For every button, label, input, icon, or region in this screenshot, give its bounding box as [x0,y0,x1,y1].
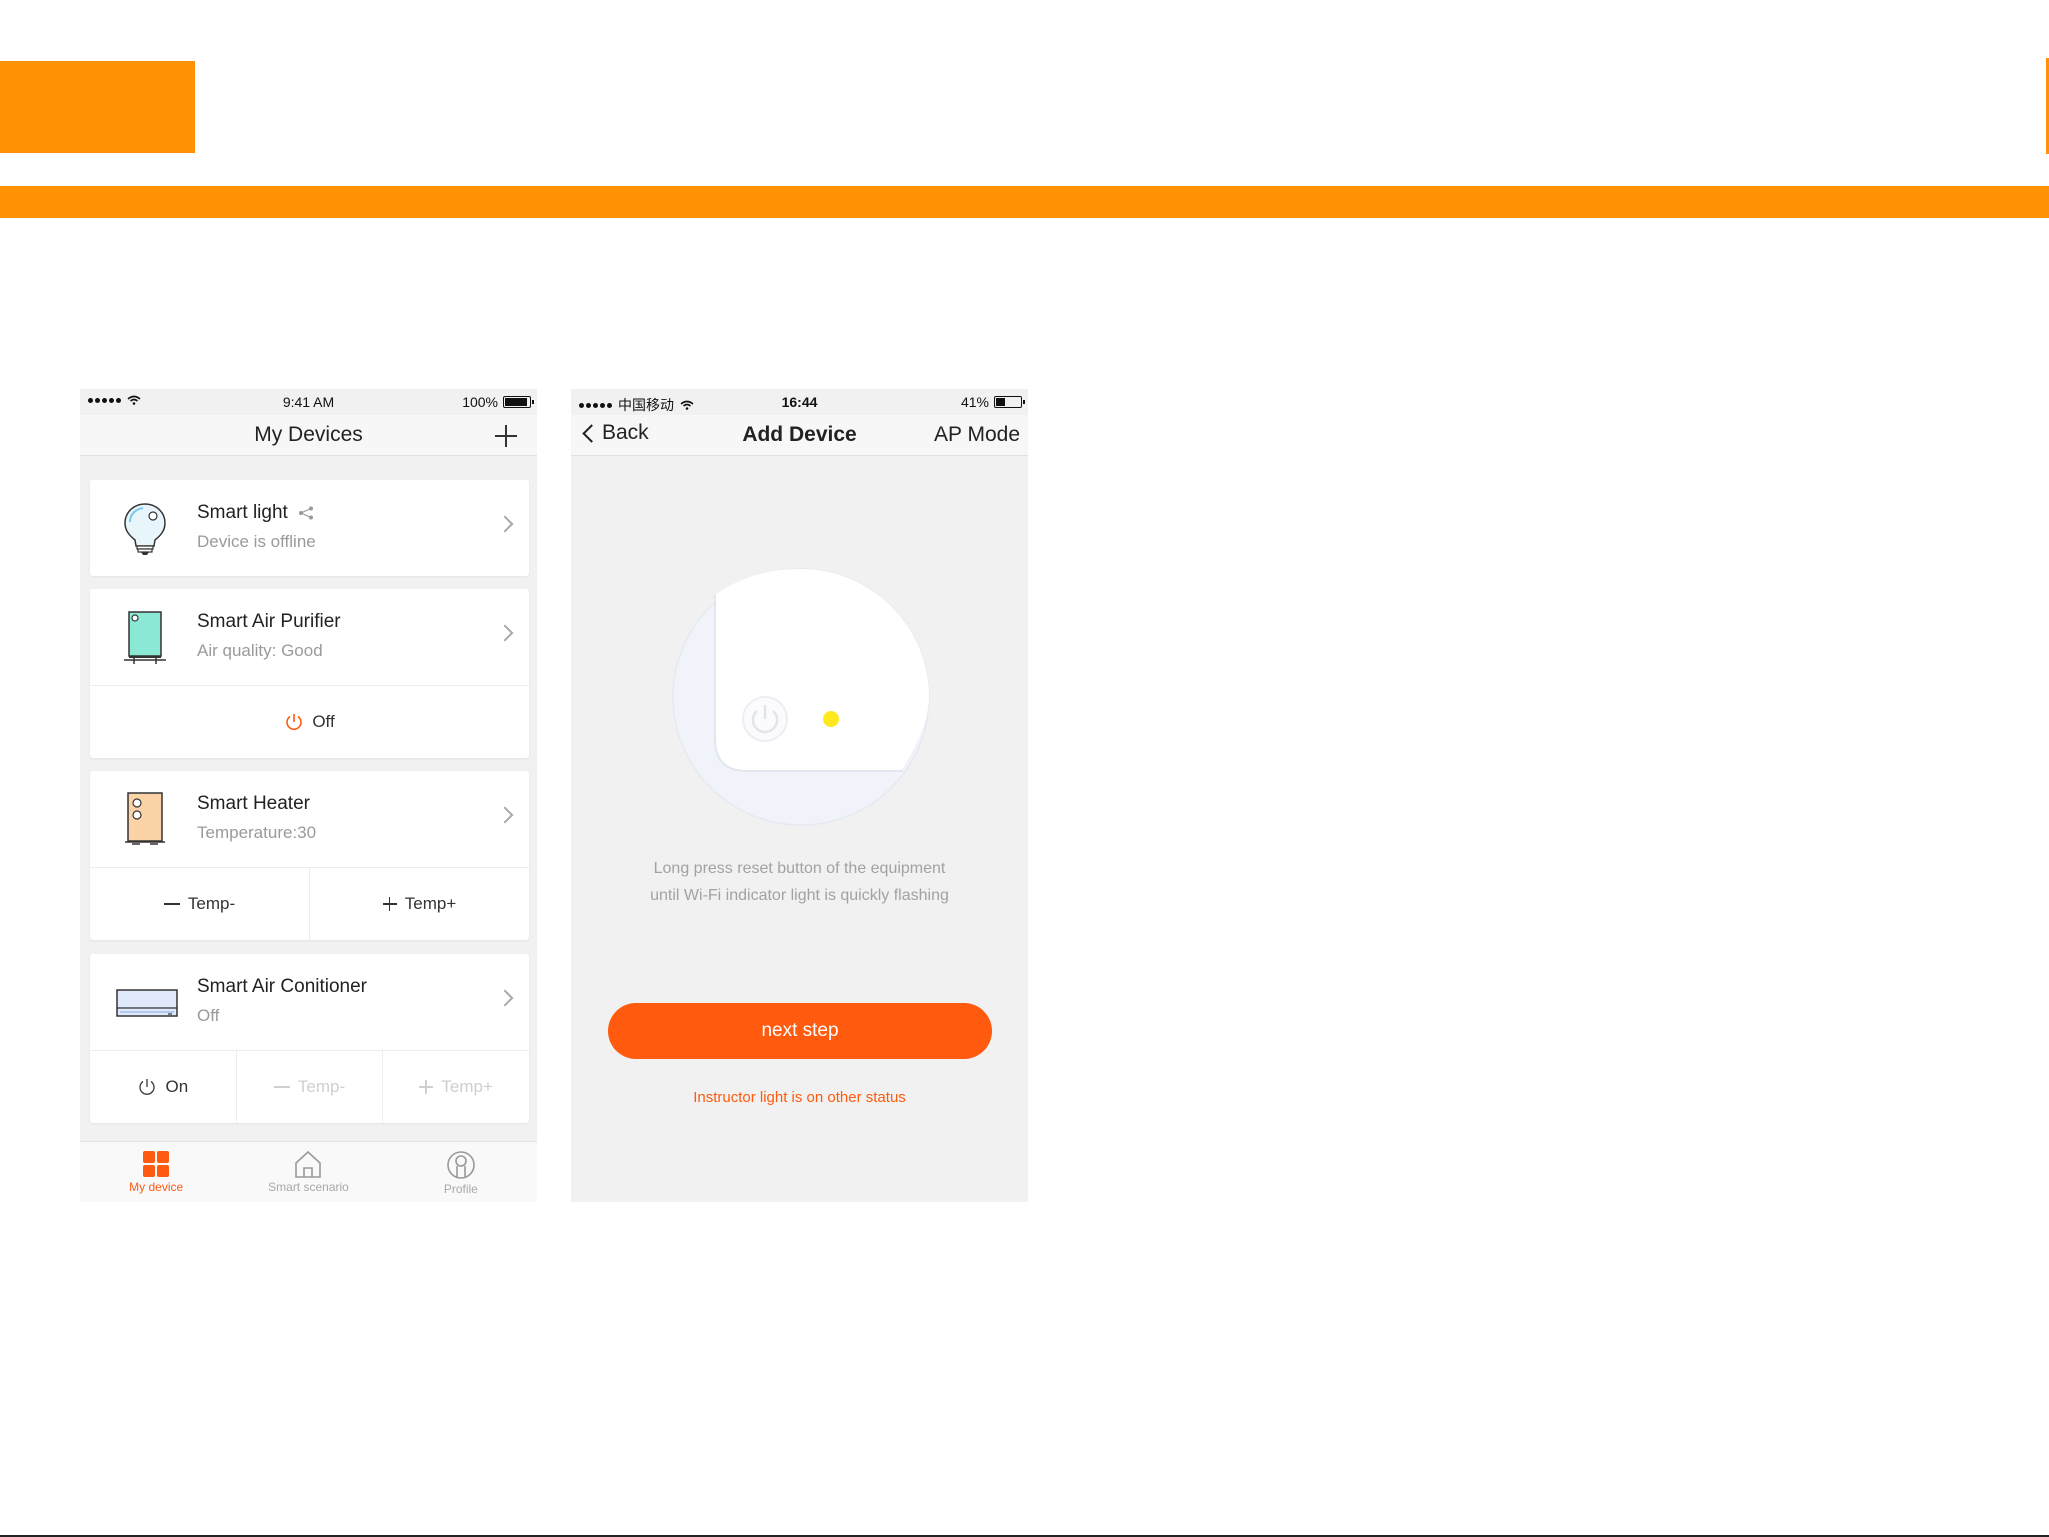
battery-indicator: 100% [462,394,534,410]
action-label: Off [312,712,335,731]
device-actions: On Temp- Temp+ [90,1050,529,1123]
chevron-right-icon [496,515,514,533]
device-card-heater[interactable]: Smart Heater Temperature:30 Temp- Temp+ [90,771,529,940]
tab-profile[interactable]: Profile [385,1142,537,1202]
tab-smart-scenario[interactable]: Smart scenario [232,1142,384,1202]
add-device-screen: 中国移动 16:44 41% Back Add Device AP Mode L… [571,389,1028,1202]
power-icon [139,1079,156,1095]
plus-icon [419,1080,434,1094]
device-card-air-conditioner[interactable]: Smart Air Conitioner Off On Temp- Temp+ [90,954,529,1123]
battery-percent: 41% [960,394,989,410]
chevron-right-icon [496,989,514,1007]
battery-icon [994,396,1025,408]
device-status: Off [197,1006,220,1025]
temp-up-button[interactable]: Temp+ [382,1051,529,1123]
device-name: Smart Heater [197,793,310,814]
share-icon[interactable] [298,506,314,520]
home-icon [295,1150,322,1178]
profile-icon [447,1151,475,1179]
ap-mode-button[interactable]: AP Mode [934,423,1020,447]
tab-my-device[interactable]: My device [80,1142,232,1202]
nav-bar: My Devices [80,415,537,456]
power-on-button[interactable]: On [90,1051,236,1123]
page-title: My Devices [254,423,363,446]
device-card-header[interactable]: Smart Air Conitioner Off [90,954,529,1050]
device-status: Air quality: Good [197,641,323,660]
temp-down-button[interactable]: Temp- [90,868,309,940]
action-label: Temp- [297,1077,346,1096]
next-step-button[interactable]: next step [608,1003,992,1059]
air-conditioner-icon [116,989,178,1017]
other-status-link[interactable]: Instructor light is on other status [571,1089,1028,1106]
battery-indicator: 41% [960,394,1025,410]
status-time: 16:44 [781,394,818,410]
nav-bar: Back Add Device AP Mode [571,415,1028,456]
device-card-header[interactable]: Smart Heater Temperature:30 [90,771,529,867]
tab-bar: My device Smart scenario Profile [80,1141,537,1202]
device-card-header[interactable]: Smart light Device is offline [90,480,529,576]
device-card-smart-light[interactable]: Smart light Device is offline [90,480,529,576]
action-label: Temp- [187,894,236,913]
status-bar: 中国移动 16:44 41% [571,389,1028,415]
grid-icon [143,1151,170,1177]
battery-percent: 100% [462,394,498,410]
device-status: Device is offline [197,532,316,551]
device-status: Temperature:30 [197,823,317,842]
temp-up-button[interactable]: Temp+ [309,868,529,940]
instruction-line: until Wi-Fi indicator light is quickly f… [650,887,949,904]
action-label: On [165,1077,189,1096]
action-label: Temp+ [441,1077,493,1096]
device-reset-illustration [672,568,930,826]
minus-icon [273,1086,290,1088]
my-devices-screen: 9:41 AM 100% My Devices Smart light Devi… [80,389,537,1202]
tab-label: My device [129,1180,184,1194]
device-card-air-purifier[interactable]: Smart Air Purifier Air quality: Good Off [90,589,529,758]
bulb-icon [124,503,166,555]
temp-down-button[interactable]: Temp- [235,1051,383,1123]
device-name: Smart Air Conitioner [197,976,368,997]
chevron-right-icon [496,806,514,824]
status-bar: 9:41 AM 100% [80,389,537,415]
device-actions: Temp- Temp+ [90,867,529,940]
instruction-line: Long press reset button of the equipment [653,860,946,877]
header-accent-bar [0,186,2049,218]
reset-instruction: Long press reset button of the equipment… [571,855,1028,909]
device-name: Smart light [197,502,314,524]
header-accent-block [0,61,195,153]
action-label: Temp+ [404,894,457,913]
plus-icon [382,897,397,911]
air-purifier-icon [124,611,166,664]
battery-icon [503,396,534,408]
power-off-button[interactable]: Off [90,686,529,758]
tab-label: Profile [443,1182,478,1196]
tab-label: Smart scenario [268,1180,349,1194]
add-device-button[interactable] [495,425,517,447]
device-actions: Off [90,685,529,758]
chevron-right-icon [496,624,514,642]
device-name: Smart Air Purifier [197,611,341,632]
minus-icon [163,903,180,905]
device-card-header[interactable]: Smart Air Purifier Air quality: Good [90,589,529,685]
power-icon [286,714,303,730]
heater-icon [125,792,165,845]
